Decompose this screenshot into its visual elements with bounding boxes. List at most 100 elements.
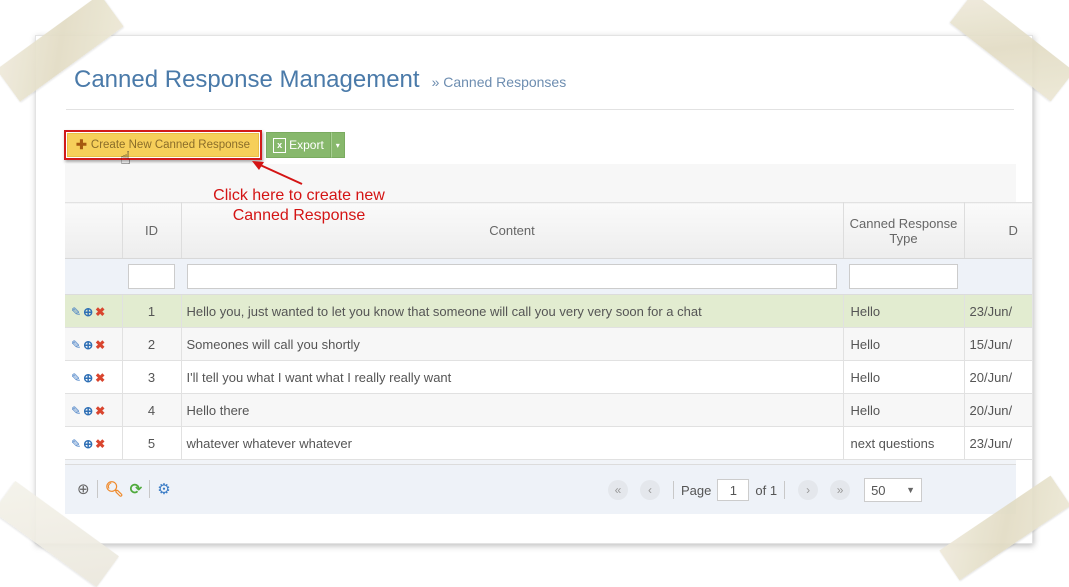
cell-date: 23/Jun/: [964, 294, 1032, 328]
page-size-select[interactable]: 50 ▼: [864, 478, 923, 502]
page-number-input[interactable]: [717, 479, 750, 501]
row-actions: ✎ ⊕ ✖: [65, 327, 123, 361]
export-button[interactable]: x Export: [266, 132, 331, 158]
delete-icon[interactable]: ✖: [95, 305, 105, 319]
col-header-actions: [65, 202, 123, 259]
grid-table: ID Content Canned Response Type D ✎ ⊕ ✖ 1 He…: [65, 202, 1032, 460]
next-page-button[interactable]: ›: [798, 480, 819, 500]
id-filter-input[interactable]: [128, 264, 175, 289]
caret-down-icon: ▼: [906, 485, 916, 495]
search-icon[interactable]: 🔍︎: [105, 480, 124, 498]
excel-icon: x: [273, 137, 287, 153]
page-label: Page: [681, 482, 712, 498]
annotation-line-1: Click here to create new: [213, 187, 385, 204]
gear-icon[interactable]: ⚙: [157, 480, 170, 498]
view-icon[interactable]: ⊕: [83, 305, 93, 319]
highlight-box: ✚ Create New Canned Response: [64, 130, 263, 160]
view-icon[interactable]: ⊕: [83, 338, 93, 352]
pager-separator: [673, 481, 674, 499]
table-row[interactable]: ✎ ⊕ ✖ 1 Hello you, just wanted to let you kn…: [65, 294, 1032, 328]
content-filter-input[interactable]: [187, 264, 837, 289]
table-row[interactable]: ✎ ⊕ ✖ 3 I'll tell you what I want what I rea…: [65, 360, 1032, 394]
prev-page-button[interactable]: ‹: [640, 480, 660, 500]
row-actions: ✎ ⊕ ✖: [65, 360, 123, 394]
cell-type-link[interactable]: Hello: [843, 327, 965, 361]
cell-type-link[interactable]: next questions: [843, 426, 965, 460]
last-page-button[interactable]: »: [830, 480, 851, 500]
row-actions: ✎ ⊕ ✖: [65, 393, 123, 427]
grid-body: ✎ ⊕ ✖ 1 Hello you, just wanted to let you kn…: [65, 294, 1032, 460]
filter-cell-actions: [65, 258, 122, 295]
export-button-label: Export: [289, 138, 324, 152]
pager-separator: [784, 481, 786, 499]
row-actions: ✎ ⊕ ✖: [65, 294, 123, 328]
pager-separator: [96, 480, 98, 498]
col-header-type[interactable]: Canned Response Type: [843, 202, 965, 259]
filter-cell-id: [122, 258, 181, 295]
plus-icon: ✚: [76, 137, 87, 152]
cell-content: I'll tell you what I want what I really …: [181, 360, 844, 394]
page-size-value: 50: [871, 482, 886, 498]
col-header-date[interactable]: D: [964, 202, 1032, 259]
type-filter-input[interactable]: [849, 264, 958, 289]
pager-separator: [149, 480, 151, 498]
cell-content: Someones will call you shortly: [181, 327, 844, 361]
page-count: of 1: [755, 482, 778, 498]
cell-id: 4: [122, 393, 182, 427]
col-header-id[interactable]: ID: [122, 202, 182, 259]
cell-content: Hello there: [181, 393, 844, 427]
create-button-label: Create New Canned Response: [90, 139, 251, 151]
cell-date: 20/Jun/: [964, 360, 1032, 394]
table-row[interactable]: ✎ ⊕ ✖ 5 whatever whatever whatever next quest…: [65, 426, 1032, 460]
cell-id: 2: [122, 327, 182, 361]
refresh-icon[interactable]: ⟳: [130, 480, 143, 498]
edit-icon[interactable]: ✎: [71, 404, 81, 418]
annotation-text: Click here to create new Canned Response: [186, 186, 412, 226]
table-row[interactable]: ✎ ⊕ ✖ 2 Someones will call you shortly Hello 1…: [65, 327, 1032, 361]
export-dropdown-toggle[interactable]: ▾: [330, 132, 345, 158]
pager-tools: ⊕ 🔍︎ ⟳ ⚙: [77, 480, 171, 498]
view-icon[interactable]: ⊕: [83, 404, 93, 418]
cell-date: 20/Jun/: [964, 393, 1032, 427]
screenshot-card: Canned Response Management » Canned Resp…: [35, 35, 1033, 544]
delete-icon[interactable]: ✖: [95, 338, 105, 352]
page-header: Canned Response Management » Canned Resp…: [74, 66, 566, 94]
edit-icon[interactable]: ✎: [71, 338, 81, 352]
cell-content: whatever whatever whatever: [181, 426, 844, 460]
cell-type-link[interactable]: Hello: [843, 294, 965, 328]
edit-icon[interactable]: ✎: [71, 437, 81, 451]
page-title: Canned Response Management: [74, 66, 420, 93]
cell-date: 15/Jun/: [964, 327, 1032, 361]
cell-content: Hello you, just wanted to let you know t…: [181, 294, 844, 328]
cell-id: 1: [122, 294, 182, 328]
filter-row: [65, 258, 1032, 295]
table-row[interactable]: ✎ ⊕ ✖ 4 Hello there Hello 20/Jun/: [65, 393, 1032, 427]
delete-icon[interactable]: ✖: [95, 404, 105, 418]
breadcrumb[interactable]: » Canned Responses: [432, 74, 567, 90]
create-canned-response-button[interactable]: ✚ Create New Canned Response: [67, 133, 260, 157]
edit-icon[interactable]: ✎: [71, 371, 81, 385]
annotation-line-2: Canned Response: [232, 207, 366, 224]
hand-cursor-icon: ☝: [120, 148, 131, 169]
delete-icon[interactable]: ✖: [95, 371, 105, 385]
cell-type-link[interactable]: Hello: [843, 393, 965, 427]
annotation-arrow-icon: [252, 161, 303, 185]
cell-type-link[interactable]: Hello: [843, 360, 965, 394]
filter-cell-content: [181, 258, 843, 295]
pager-bar: ⊕ 🔍︎ ⟳ ⚙ « ‹ Page of 1 › » 50 ▼: [65, 464, 1016, 514]
caret-down-icon: ▾: [335, 140, 340, 150]
first-page-button[interactable]: «: [608, 480, 628, 500]
view-icon[interactable]: ⊕: [83, 437, 93, 451]
cell-id: 3: [122, 360, 182, 394]
header-divider: [66, 109, 1014, 110]
row-actions: ✎ ⊕ ✖: [65, 426, 123, 460]
delete-icon[interactable]: ✖: [95, 437, 105, 451]
pagination: « ‹ Page of 1 › » 50 ▼: [602, 478, 923, 502]
cell-id: 5: [122, 426, 182, 460]
edit-icon[interactable]: ✎: [71, 305, 81, 319]
cell-date: 23/Jun/: [964, 426, 1032, 460]
toolbar: ✚ Create New Canned Response x Export ▾: [64, 130, 345, 160]
filter-cell-date: [964, 258, 1032, 295]
view-icon[interactable]: ⊕: [83, 371, 93, 385]
zoom-in-icon[interactable]: ⊕: [77, 480, 90, 498]
